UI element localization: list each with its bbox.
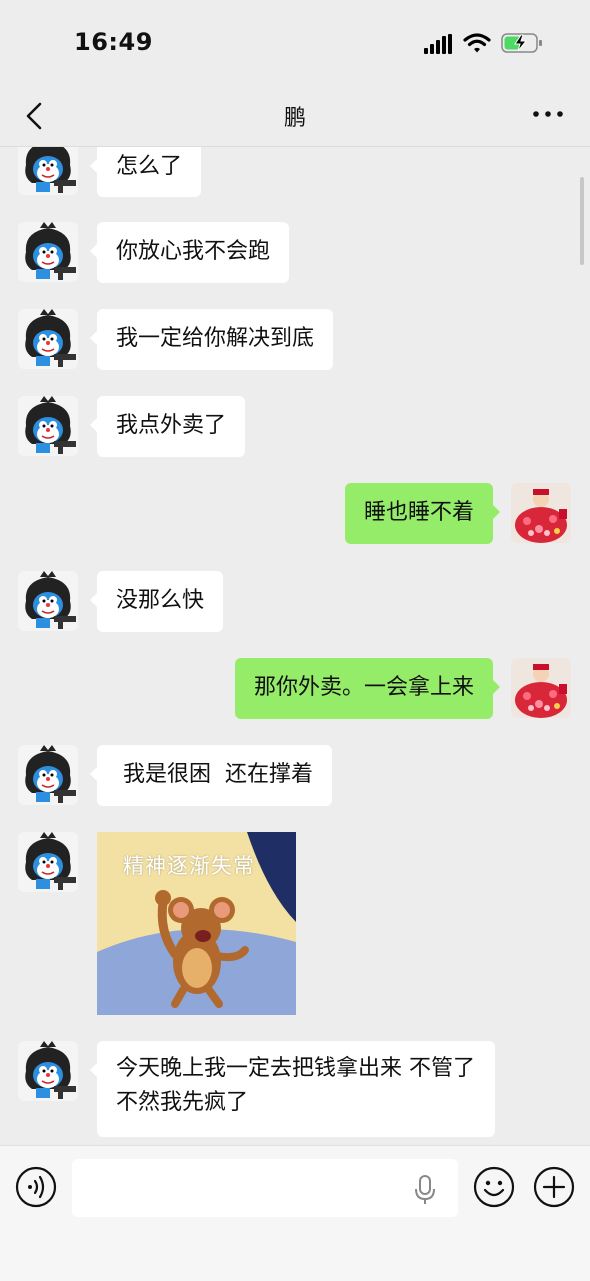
message-list[interactable]: 怎么了 你放心我不会跑 我一定给你解决到底 我点外卖了 睡也睡不着 没那么快 那… [0,147,590,1143]
my-avatar[interactable] [511,483,571,543]
contact-avatar[interactable] [18,571,78,631]
contact-avatar[interactable] [18,147,78,195]
message-bubble-incoming[interactable]: 怎么了 [89,147,202,197]
contact-avatar[interactable] [18,1041,78,1101]
status-bar: 16:49 [0,0,590,88]
message-bubble-outgoing[interactable]: 睡也睡不着 [344,483,501,544]
message-bubble-incoming[interactable]: 你放心我不会跑 [89,222,290,283]
chat-title: 鹏 [283,106,306,131]
contact-avatar[interactable] [18,309,78,369]
message-input[interactable] [72,1159,458,1217]
my-avatar[interactable] [511,658,571,718]
emoji-icon[interactable] [473,1166,515,1208]
contact-avatar[interactable] [18,222,78,282]
contact-avatar[interactable] [18,396,78,456]
more-icon[interactable] [530,100,566,128]
plus-icon[interactable] [533,1166,575,1208]
battery-charging-icon [501,33,542,53]
message-bubble-incoming[interactable]: 我一定给你解决到底 [89,309,334,370]
message-bubble-incoming[interactable]: 我点外卖了 [89,396,246,457]
message-bubble-incoming[interactable]: 我是很困 还在撑着 [90,745,332,806]
input-bar [0,1145,590,1281]
voice-icon[interactable] [15,1166,57,1208]
mic-icon[interactable] [412,1174,438,1206]
contact-avatar[interactable] [18,832,78,892]
message-bubble-incoming[interactable]: 今天晚上我一定去把钱拿出来 不管了 不然我先疯了 [90,1041,495,1137]
message-bubble-outgoing[interactable]: 那你外卖。一会拿上来 [234,658,501,719]
sticker-caption: 精神逐渐失常 [123,854,255,878]
signal-icon [424,34,452,54]
scrollbar[interactable] [580,177,584,265]
contact-avatar[interactable] [18,745,78,805]
status-time: 16:49 [74,28,153,56]
nav-bar: 鹏 [0,88,590,147]
message-bubble-incoming[interactable]: 没那么快 [89,571,224,632]
sticker-image[interactable]: 精神逐渐失常 [97,832,296,1015]
wifi-icon [463,33,491,53]
